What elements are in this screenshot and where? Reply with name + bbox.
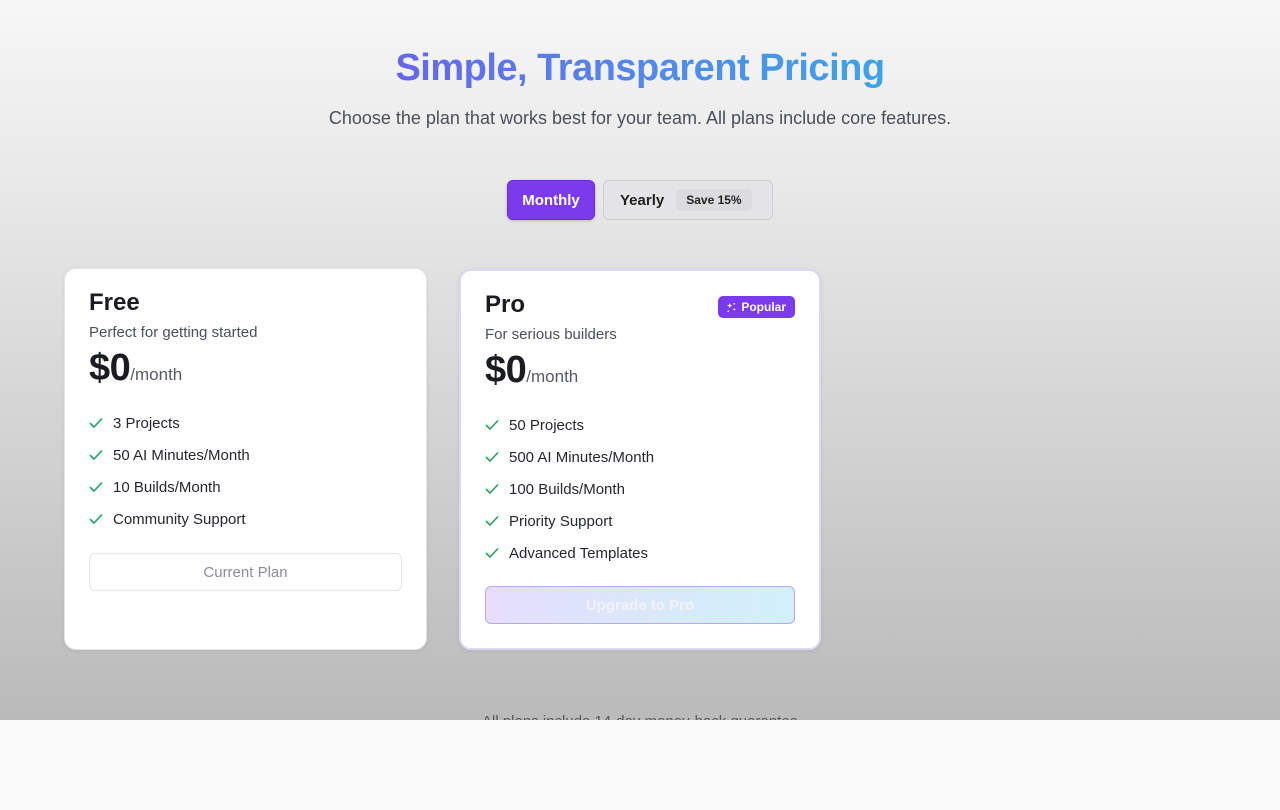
- plan-price: $0/month: [485, 349, 578, 392]
- price-amount: $0: [485, 349, 527, 391]
- sparkle-icon: [727, 302, 737, 312]
- monthly-toggle-button[interactable]: Monthly: [507, 180, 595, 220]
- feature-item: 3 Projects: [89, 407, 250, 439]
- upgrade-button[interactable]: Upgrade to Pro: [485, 586, 795, 624]
- feature-list: 50 Projects 500 AI Minutes/Month 100 Bui…: [485, 409, 654, 569]
- price-amount: $0: [89, 347, 131, 389]
- price-period: /month: [130, 365, 183, 384]
- plan-description: Perfect for getting started: [89, 324, 258, 341]
- feature-label: 3 Projects: [113, 414, 180, 432]
- check-icon: [485, 516, 499, 526]
- plan-name: Pro: [485, 291, 526, 318]
- page-title-text: Simple, Transparent Pricing: [395, 47, 885, 89]
- yearly-toggle-button[interactable]: Yearly Save 15%: [603, 180, 773, 220]
- check-icon: [485, 548, 499, 558]
- feature-list: 3 Projects 50 AI Minutes/Month 10 Builds…: [89, 407, 250, 535]
- price-period: /month: [526, 367, 579, 386]
- feature-item: 500 AI Minutes/Month: [485, 441, 654, 473]
- feature-item: 50 Projects: [485, 409, 654, 441]
- pricing-page: Simple, Transparent Pricing Choose the p…: [0, 0, 1280, 720]
- yearly-label: Yearly: [620, 191, 665, 209]
- feature-label: Priority Support: [509, 512, 613, 530]
- page-title: Simple, Transparent Pricing: [0, 44, 1280, 92]
- plan-description: For serious builders: [485, 326, 617, 343]
- feature-label: Community Support: [113, 510, 246, 528]
- check-icon: [89, 514, 103, 524]
- plan-card-free: Free Perfect for getting started $0/mont…: [64, 268, 427, 650]
- feature-label: 10 Builds/Month: [113, 478, 221, 496]
- plan-card-pro: Pro Popular For serious builders $0/mont…: [459, 269, 821, 650]
- current-plan-button[interactable]: Current Plan: [89, 553, 402, 591]
- feature-label: 50 Projects: [509, 416, 585, 434]
- page-subtitle: Choose the plan that works best for your…: [328, 108, 952, 128]
- plan-name: Free: [89, 289, 140, 316]
- feature-item: 100 Builds/Month: [485, 473, 654, 505]
- guarantee-note: All plans include 14-day money-back guar…: [0, 712, 1280, 720]
- feature-item: 50 AI Minutes/Month: [89, 439, 250, 471]
- popular-label: Popular: [741, 300, 786, 314]
- feature-item: 10 Builds/Month: [89, 471, 250, 503]
- check-icon: [89, 450, 103, 460]
- check-icon: [89, 482, 103, 492]
- plan-price: $0/month: [89, 347, 182, 390]
- check-icon: [485, 452, 499, 462]
- feature-label: 100 Builds/Month: [509, 480, 625, 498]
- feature-item: Priority Support: [485, 505, 654, 537]
- check-icon: [485, 420, 499, 430]
- footer-area: [0, 720, 1280, 810]
- feature-item: Community Support: [89, 503, 250, 535]
- feature-item: Advanced Templates: [485, 537, 654, 569]
- save-badge: Save 15%: [676, 189, 752, 211]
- feature-label: Advanced Templates: [509, 544, 648, 562]
- feature-label: 500 AI Minutes/Month: [509, 448, 655, 466]
- popular-badge: Popular: [718, 296, 795, 318]
- check-icon: [485, 484, 499, 494]
- check-icon: [89, 418, 103, 428]
- feature-label: 50 AI Minutes/Month: [113, 446, 250, 464]
